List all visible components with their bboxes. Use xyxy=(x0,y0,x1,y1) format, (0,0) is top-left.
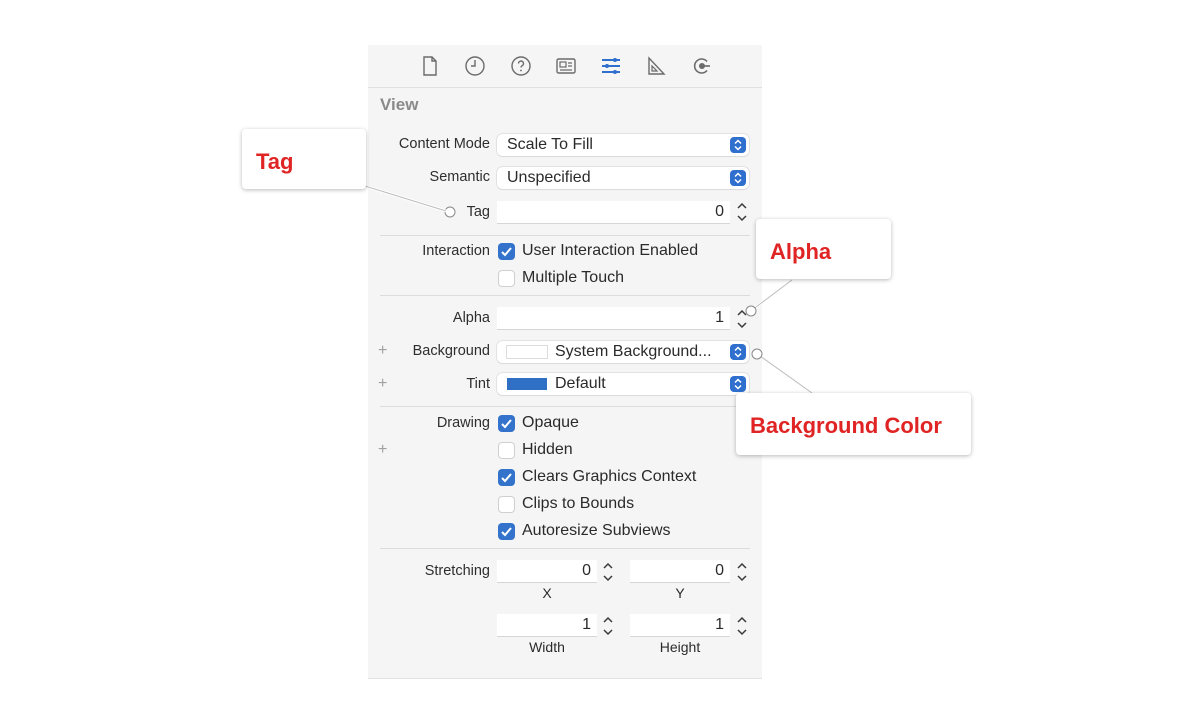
background-popup[interactable]: System Background... xyxy=(497,341,749,363)
connections-inspector-icon[interactable] xyxy=(690,54,714,78)
popup-arrows-icon xyxy=(730,170,746,186)
autoresize-subviews-checkbox[interactable] xyxy=(498,523,515,540)
content-mode-label: Content Mode xyxy=(398,136,490,152)
stretching-height-label: Height xyxy=(659,639,701,655)
stretching-height-stepper[interactable] xyxy=(735,614,749,638)
tint-color-swatch xyxy=(507,378,547,390)
stretching-label: Stretching xyxy=(424,563,490,579)
semantic-popup[interactable]: Unspecified xyxy=(497,167,749,189)
stretching-width-stepper[interactable] xyxy=(601,614,615,638)
divider xyxy=(380,406,750,407)
alpha-stepper[interactable] xyxy=(735,307,749,331)
alpha-value: 1 xyxy=(715,309,724,326)
stretching-y-value: 0 xyxy=(715,562,724,579)
semantic-label: Semantic xyxy=(429,169,490,185)
autoresize-subviews-label: Autoresize Subviews xyxy=(522,522,671,539)
stretching-x-stepper[interactable] xyxy=(601,560,615,584)
background-label: Background xyxy=(412,343,490,359)
stretching-x-value: 0 xyxy=(582,562,591,579)
user-interaction-enabled-label: User Interaction Enabled xyxy=(522,242,699,259)
stretching-height-field[interactable]: 1 xyxy=(630,614,730,637)
file-inspector-icon[interactable] xyxy=(418,54,442,78)
stretching-width-label: Width xyxy=(529,639,565,655)
clips-to-bounds-label: Clips to Bounds xyxy=(522,495,635,512)
quick-help-icon[interactable] xyxy=(509,54,533,78)
history-inspector-icon[interactable] xyxy=(463,54,487,78)
content-mode-popup[interactable]: Scale To Fill xyxy=(497,134,749,156)
background-value: System Background... xyxy=(555,343,712,360)
attributes-inspector-icon[interactable] xyxy=(599,54,623,78)
section-title-view: View xyxy=(380,95,419,114)
popup-arrows-icon xyxy=(730,376,746,392)
stretching-width-field[interactable]: 1 xyxy=(497,614,597,637)
background-leader-line xyxy=(759,355,813,394)
tint-label: Tint xyxy=(466,376,490,392)
inspector-toolbar xyxy=(368,45,762,88)
divider xyxy=(380,295,750,296)
alpha-callout: Alpha xyxy=(756,219,891,279)
semantic-value: Unspecified xyxy=(507,169,591,186)
divider xyxy=(380,235,750,236)
stretching-y-field[interactable]: 0 xyxy=(630,560,730,583)
multiple-touch-checkbox[interactable] xyxy=(498,270,515,287)
hidden-checkbox[interactable] xyxy=(498,442,515,459)
add-background-variation-button[interactable]: + xyxy=(378,342,387,360)
clears-graphics-context-checkbox[interactable] xyxy=(498,469,515,486)
multiple-touch-label: Multiple Touch xyxy=(522,269,624,286)
identity-inspector-icon[interactable] xyxy=(554,54,578,78)
add-hidden-variation-button[interactable]: + xyxy=(378,441,387,459)
stretching-y-stepper[interactable] xyxy=(735,560,749,584)
tint-value: Default xyxy=(555,375,606,392)
tag-stepper[interactable] xyxy=(735,200,749,224)
stretching-y-label: Y xyxy=(675,585,685,601)
background-color-callout-text: Background Color xyxy=(750,413,942,438)
tag-callout-text: Tag xyxy=(256,149,294,174)
alpha-label: Alpha xyxy=(452,310,490,326)
size-inspector-icon[interactable] xyxy=(644,54,668,78)
user-interaction-enabled-checkbox[interactable] xyxy=(498,243,515,260)
attributes-inspector-panel: View Content Mode Scale To Fill Semantic… xyxy=(368,45,762,679)
tag-callout: Tag xyxy=(242,129,366,189)
tint-popup[interactable]: Default xyxy=(497,373,749,395)
background-leader-line xyxy=(759,354,813,395)
background-color-callout: Background Color xyxy=(736,393,971,455)
add-tint-variation-button[interactable]: + xyxy=(378,375,387,393)
content-mode-value: Scale To Fill xyxy=(507,136,593,153)
background-color-swatch xyxy=(507,346,547,358)
stretching-x-field[interactable]: 0 xyxy=(497,560,597,583)
stretching-x-label: X xyxy=(542,585,552,601)
alpha-field[interactable]: 1 xyxy=(497,307,730,330)
clears-graphics-context-label: Clears Graphics Context xyxy=(522,468,697,485)
tag-value: 0 xyxy=(715,203,724,220)
divider xyxy=(380,548,750,549)
interaction-label: Interaction xyxy=(422,243,490,259)
tag-label: Tag xyxy=(466,204,490,220)
tag-connector-circle-icon xyxy=(444,206,456,218)
stretching-width-value: 1 xyxy=(582,616,591,633)
alpha-callout-text: Alpha xyxy=(770,239,832,264)
tag-field[interactable]: 0 xyxy=(497,201,730,224)
opaque-checkbox[interactable] xyxy=(498,415,515,432)
popup-arrows-icon xyxy=(730,344,746,360)
drawing-label: Drawing xyxy=(436,415,490,431)
stretching-height-value: 1 xyxy=(715,616,724,633)
clips-to-bounds-checkbox[interactable] xyxy=(498,496,515,513)
hidden-label: Hidden xyxy=(522,441,573,458)
popup-arrows-icon xyxy=(730,137,746,153)
opaque-label: Opaque xyxy=(522,414,579,431)
